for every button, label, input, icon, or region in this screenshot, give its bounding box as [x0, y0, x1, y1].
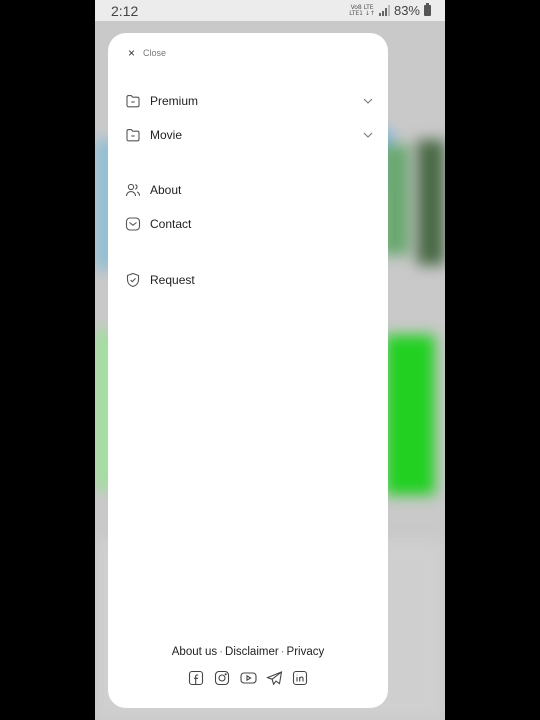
footer-links: About us · Disclaimer · Privacy — [108, 646, 388, 658]
menu-item-label: About — [150, 183, 182, 197]
status-time: 2:12 — [111, 3, 139, 19]
status-icons: Vo8 LTE LTE1 ↓↑ 83% — [349, 3, 431, 18]
menu-item-contact[interactable]: Contact — [125, 212, 375, 236]
folder-icon — [125, 127, 141, 143]
footer-separator: · — [219, 646, 224, 658]
network-label-bottom: LTE1 ↓↑ — [349, 9, 375, 17]
menu-item-about[interactable]: About — [125, 178, 375, 202]
signal-icon — [378, 5, 390, 16]
background-thumbnail — [417, 140, 445, 265]
menu-item-label: Contact — [150, 217, 192, 231]
menu-item-request[interactable]: Request — [125, 268, 375, 292]
close-icon: × — [128, 46, 136, 60]
folder-icon — [125, 93, 141, 109]
battery-icon — [424, 3, 431, 16]
menu-item-movie[interactable]: Movie — [125, 123, 375, 147]
footer-link-privacy[interactable]: Privacy — [287, 646, 325, 658]
footer-link-disclaimer[interactable]: Disclaimer — [225, 646, 279, 658]
chevron-down-icon[interactable] — [361, 128, 375, 142]
facebook-icon[interactable] — [188, 669, 205, 686]
youtube-icon[interactable] — [239, 669, 257, 686]
social-links — [108, 669, 388, 686]
menu-item-label: Request — [150, 273, 195, 287]
instagram-icon[interactable] — [214, 669, 231, 686]
shield-check-icon — [125, 272, 141, 288]
close-label: Close — [143, 48, 167, 58]
network-indicator: Vo8 LTE LTE1 ↓↑ — [349, 4, 375, 17]
menu-item-premium[interactable]: Premium — [125, 89, 375, 113]
menu-item-label: Premium — [150, 94, 199, 108]
linkedin-icon[interactable] — [292, 669, 309, 686]
footer-separator: · — [280, 646, 285, 658]
navigation-drawer: × Close Premium Movie About Contact Requ… — [108, 33, 388, 708]
users-icon — [125, 182, 141, 198]
menu-item-label: Movie — [150, 128, 183, 142]
status-bar: 2:12 Vo8 LTE LTE1 ↓↑ 83% — [95, 0, 445, 21]
footer-link-about-us[interactable]: About us — [172, 646, 217, 658]
telegram-icon[interactable] — [265, 669, 283, 686]
phone-screen: 2:12 Vo8 LTE LTE1 ↓↑ 83% × Close Premium… — [95, 0, 445, 720]
close-button[interactable]: × Close — [128, 46, 166, 60]
chevron-down-icon[interactable] — [361, 94, 375, 108]
mail-icon — [125, 216, 141, 232]
battery-percent: 83% — [393, 3, 420, 18]
background-thumbnail — [385, 335, 435, 495]
